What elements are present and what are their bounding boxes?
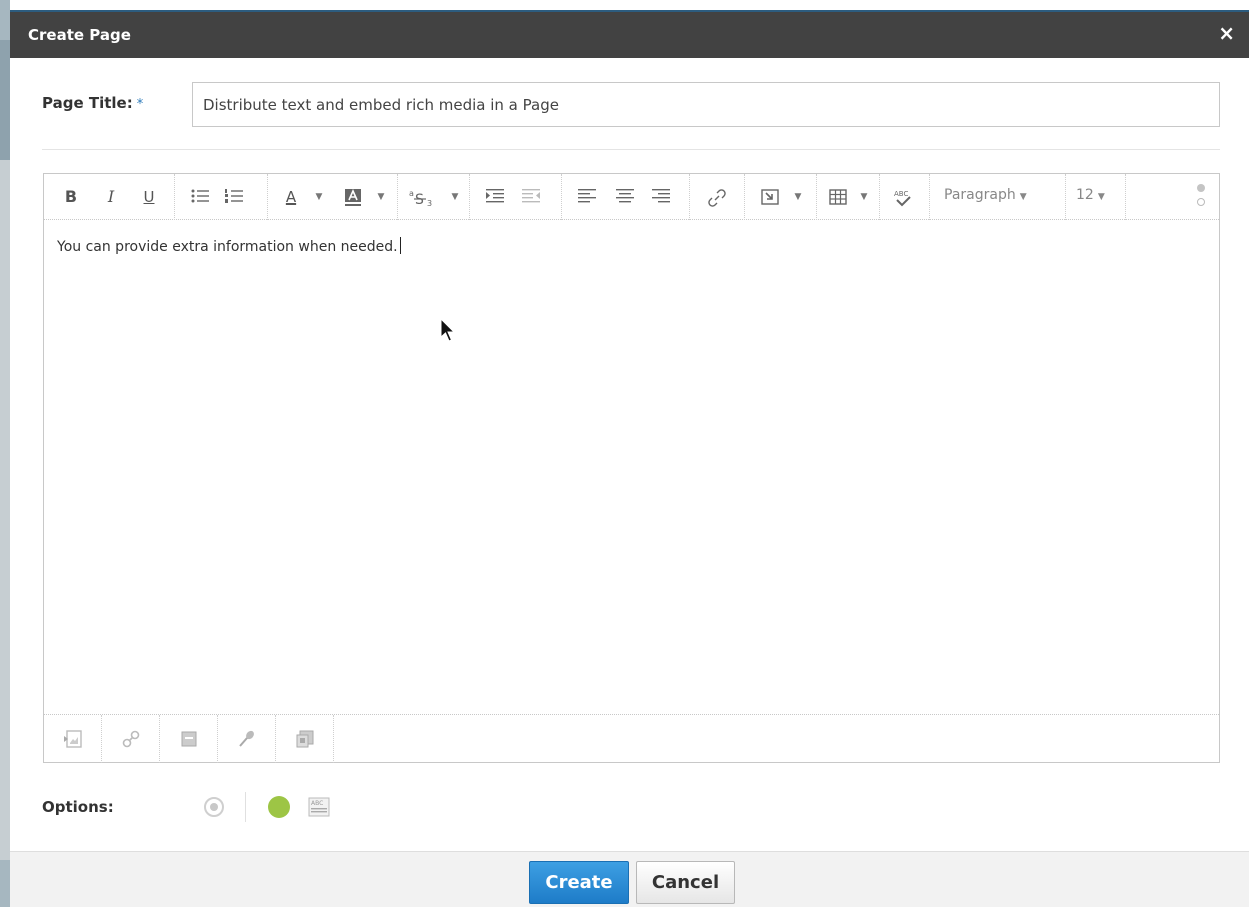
bold-button[interactable]: B (60, 185, 82, 209)
spellcheck-icon[interactable]: ABC (308, 797, 330, 817)
page-title-row: Page Title: * (42, 82, 1220, 128)
paragraph-select[interactable]: Paragraph ▼ (944, 187, 1027, 203)
insert-media-icon[interactable] (759, 185, 781, 209)
spellcheck-group: ABC (880, 174, 930, 220)
font-color-icon[interactable]: A (280, 185, 302, 209)
svg-text:ABC: ABC (894, 190, 908, 198)
page-title-label: Page Title: * (42, 94, 143, 112)
script-dropdown-icon[interactable]: ▼ (450, 185, 460, 209)
editor-toolbar: B I U A ▼ ▼ a S 3 ▼ ▼ ▼ ABC Paragraph ▼ … (44, 174, 1219, 220)
script-group: aS3 ▼ (398, 174, 470, 220)
spellcheck-icon[interactable]: ABC (892, 185, 914, 209)
editor-bottom-toolbar (44, 714, 1219, 763)
create-button[interactable]: Create (529, 861, 629, 904)
indent-group (470, 174, 562, 220)
insert-link-icon[interactable] (102, 715, 160, 763)
create-page-dialog: Create Page × Page Title:* B I U A (10, 10, 1249, 907)
media-dropdown-icon[interactable]: ▼ (793, 185, 803, 209)
background-strip-segment (0, 40, 10, 160)
status-indicator-icon[interactable] (268, 796, 290, 818)
table-icon[interactable] (827, 185, 849, 209)
font-color-dropdown-icon[interactable]: ▼ (314, 185, 324, 209)
cancel-button[interactable]: Cancel (636, 861, 735, 904)
divider (42, 149, 1220, 150)
required-marker: * (136, 97, 144, 112)
close-icon[interactable]: × (1218, 23, 1235, 43)
underline-button[interactable]: U (138, 185, 160, 209)
divider (245, 792, 246, 822)
background-page-strip (0, 0, 10, 907)
more-options-dot (1197, 184, 1205, 192)
table-dropdown-icon[interactable]: ▼ (859, 185, 869, 209)
chevron-down-icon: ▼ (1019, 192, 1027, 202)
option-radio-button[interactable] (204, 797, 224, 817)
chevron-down-icon: ▼ (1097, 192, 1105, 202)
font-size-group: 12 ▼ (1066, 174, 1126, 220)
archive-icon[interactable] (160, 715, 218, 763)
font-size-select-value: 12 (1076, 187, 1094, 203)
superscript-strike-icon[interactable]: aS3 (408, 185, 438, 209)
more-options-dot (1197, 198, 1205, 206)
media-group: ▼ (745, 174, 817, 220)
table-group: ▼ (817, 174, 880, 220)
mouse-pointer-icon (440, 318, 456, 342)
align-center-icon[interactable] (614, 185, 636, 209)
outdent-icon[interactable] (520, 185, 542, 209)
dialog-title: Create Page (28, 26, 131, 44)
alignment-group (562, 174, 690, 220)
highlight-color-icon[interactable] (342, 185, 364, 209)
paragraph-select-value: Paragraph (944, 187, 1016, 203)
italic-button[interactable]: I (100, 185, 122, 209)
link-group (690, 174, 745, 220)
dialog-footer: Create Cancel (10, 851, 1249, 907)
text-caret (399, 237, 401, 254)
microphone-icon[interactable] (218, 715, 276, 763)
text-style-group: B I U (44, 174, 175, 220)
more-options-icon[interactable] (1195, 184, 1207, 210)
bullet-list-icon[interactable] (189, 185, 211, 209)
link-icon[interactable] (706, 185, 728, 209)
svg-text:ABC: ABC (311, 800, 323, 807)
font-size-select[interactable]: 12 ▼ (1076, 187, 1105, 203)
highlight-color-dropdown-icon[interactable]: ▼ (376, 185, 386, 209)
editor-body-text: You can provide extra information when n… (57, 239, 398, 255)
list-group (175, 174, 268, 220)
page-title-input[interactable] (192, 82, 1220, 127)
options-label: Options: (42, 798, 114, 816)
align-left-icon[interactable] (576, 185, 598, 209)
editor-content-area[interactable]: You can provide extra information when n… (44, 221, 1219, 715)
page-title-label-text: Page Title: (42, 94, 133, 112)
align-right-icon[interactable] (650, 185, 672, 209)
options-row: Options: ABC (42, 792, 642, 824)
paragraph-group: Paragraph ▼ (930, 174, 1066, 220)
color-group: A ▼ ▼ (268, 174, 398, 220)
rich-text-editor: B I U A ▼ ▼ a S 3 ▼ ▼ ▼ ABC Paragraph ▼ … (43, 173, 1220, 763)
background-strip-segment (0, 160, 10, 860)
svg-text:a: a (409, 189, 414, 198)
dialog-titlebar: Create Page × (10, 10, 1249, 58)
embed-icon[interactable] (276, 715, 334, 763)
svg-text:3: 3 (427, 199, 432, 207)
numbered-list-icon[interactable] (223, 185, 245, 209)
indent-icon[interactable] (484, 185, 506, 209)
insert-image-icon[interactable] (44, 715, 102, 763)
